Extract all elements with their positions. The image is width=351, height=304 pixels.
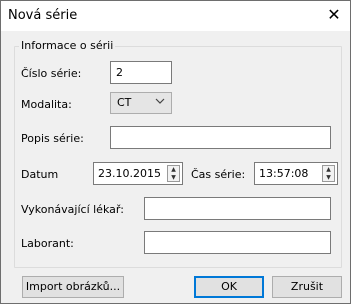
series-description-label: Popis série:	[21, 132, 84, 145]
series-number-label: Číslo série:	[21, 67, 82, 80]
date-value: 23.10.2015	[98, 167, 161, 180]
chevron-down-icon	[155, 96, 165, 111]
series-time-picker[interactable]: 13:57:08 ▲ ▼	[254, 162, 338, 185]
import-images-button[interactable]: Import obrázků...	[22, 276, 124, 298]
performing-physician-input[interactable]	[144, 197, 331, 220]
series-number-input[interactable]: 2	[110, 61, 172, 84]
modality-label: Modalita:	[21, 98, 72, 111]
dialog-title: Nová série	[8, 8, 78, 23]
time-value: 13:57:08	[259, 167, 309, 180]
series-description-input[interactable]	[110, 126, 331, 149]
spin-up-icon[interactable]: ▲	[323, 166, 334, 173]
spin-up-icon[interactable]: ▲	[168, 166, 179, 173]
series-info-legend: Informace o sérii	[19, 39, 116, 52]
modality-value: CT	[117, 96, 132, 109]
ok-button[interactable]: OK	[194, 276, 264, 298]
lab-technician-label: Laborant:	[21, 237, 74, 250]
date-picker[interactable]: 23.10.2015 ▲ ▼	[93, 162, 183, 185]
series-time-label: Čas série:	[191, 168, 246, 181]
close-icon[interactable]: ✕	[324, 5, 344, 25]
title-bar: Nová série ✕	[1, 1, 350, 31]
spin-down-icon[interactable]: ▼	[168, 174, 179, 181]
date-label: Datum	[21, 168, 59, 181]
modality-select[interactable]: CT	[110, 92, 172, 114]
lab-technician-input[interactable]	[144, 231, 331, 254]
cancel-button[interactable]: Zrušit	[272, 276, 342, 298]
time-spin-buttons[interactable]: ▲ ▼	[322, 165, 335, 182]
performing-physician-label: Vykonávající lékař:	[21, 203, 124, 216]
date-spin-buttons[interactable]: ▲ ▼	[167, 165, 180, 182]
spin-down-icon[interactable]: ▼	[323, 174, 334, 181]
new-series-dialog: Nová série ✕ Informace o sérii Číslo sér…	[0, 0, 351, 304]
